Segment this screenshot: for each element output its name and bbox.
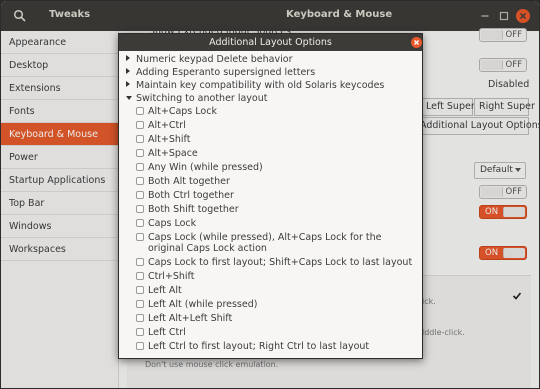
option-any-win[interactable]: Any Win (while pressed): [136, 162, 416, 173]
option-left-ctrl[interactable]: Left Ctrl: [136, 327, 416, 338]
checkbox[interactable]: [136, 286, 144, 294]
checkbox[interactable]: [136, 258, 144, 266]
option-caps-lock[interactable]: Caps Lock: [136, 218, 416, 229]
option-alt-space[interactable]: Alt+Space: [136, 148, 416, 159]
option-alt-caps-lock[interactable]: Alt+Caps Lock: [136, 106, 416, 117]
section-esperanto[interactable]: Adding Esperanto supersigned letters: [126, 67, 315, 79]
option-left-alt-while-pressed[interactable]: Left Alt (while pressed): [136, 299, 416, 310]
option-caps-lock-first-layout[interactable]: Caps Lock to first layout; Shift+Caps Lo…: [136, 257, 416, 268]
section-numeric-keypad-delete[interactable]: Numeric keypad Delete behavior: [126, 54, 292, 66]
expand-arrow-icon: [126, 67, 136, 79]
dialog-close-icon[interactable]: [411, 37, 422, 48]
checkbox[interactable]: [136, 177, 144, 185]
section-solaris-keycodes[interactable]: Maintain key compatibility with old Sola…: [126, 80, 384, 92]
checkbox[interactable]: [136, 314, 144, 322]
checkbox[interactable]: [136, 135, 144, 143]
section-switching-layout[interactable]: Switching to another layout: [126, 93, 268, 105]
option-ctrl-shift[interactable]: Ctrl+Shift: [136, 271, 416, 282]
option-caps-lock-while-pressed[interactable]: Caps Lock (while pressed), Alt+Caps Lock…: [136, 232, 416, 254]
checkbox[interactable]: [136, 233, 144, 241]
checkbox[interactable]: [136, 121, 144, 129]
option-left-alt-left-shift[interactable]: Left Alt+Left Shift: [136, 313, 416, 324]
additional-layout-options-dialog: Additional Layout Options Numeric keypad…: [118, 33, 423, 359]
option-left-alt[interactable]: Left Alt: [136, 285, 416, 296]
checkbox[interactable]: [136, 191, 144, 199]
checkbox[interactable]: [136, 272, 144, 280]
option-both-shift[interactable]: Both Shift together: [136, 204, 416, 215]
checkbox[interactable]: [136, 219, 144, 227]
collapse-arrow-icon: [126, 93, 136, 105]
checkbox[interactable]: [136, 328, 144, 336]
checkbox[interactable]: [136, 163, 144, 171]
option-alt-shift[interactable]: Alt+Shift: [136, 134, 416, 145]
checkbox[interactable]: [136, 300, 144, 308]
checkbox[interactable]: [136, 205, 144, 213]
option-alt-ctrl[interactable]: Alt+Ctrl: [136, 120, 416, 131]
dialog-title: Additional Layout Options: [119, 34, 422, 51]
option-left-ctrl-first-layout[interactable]: Left Ctrl to first layout; Right Ctrl to…: [136, 341, 416, 352]
checkbox[interactable]: [136, 107, 144, 115]
option-both-alt[interactable]: Both Alt together: [136, 176, 416, 187]
checkbox[interactable]: [136, 149, 144, 157]
expand-arrow-icon: [126, 80, 136, 92]
option-both-ctrl[interactable]: Both Ctrl together: [136, 190, 416, 201]
checkbox[interactable]: [136, 342, 144, 350]
dialog-body: Numeric keypad Delete behavior Adding Es…: [119, 51, 422, 358]
expand-arrow-icon: [126, 54, 136, 66]
